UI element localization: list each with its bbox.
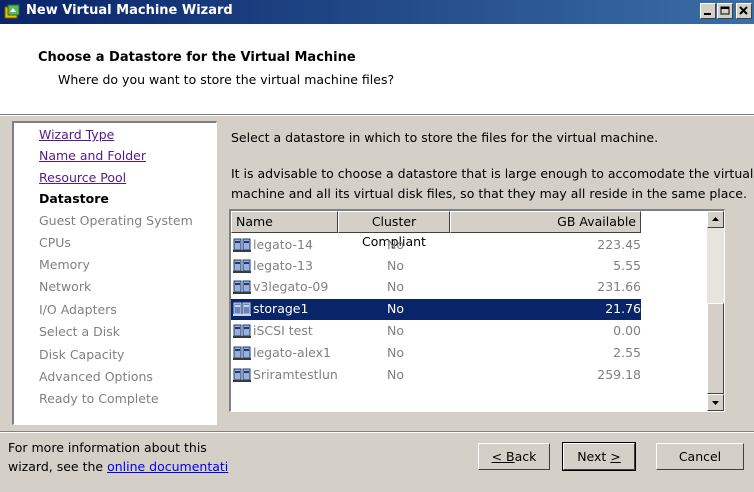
datastore-icon [233,237,251,253]
row-cluster-compliant: No [387,323,404,338]
scroll-down-button[interactable] [707,394,724,411]
datastore-icon [233,345,251,361]
step-datastore: Datastore [39,191,109,206]
wizard-steps-panel: Wizard Type Name and Folder Resource Poo… [12,121,217,425]
advice-text-line1: It is advisable to choose a datastore th… [231,166,754,181]
arrow-up-icon [712,217,719,221]
row-name: storage1 [253,301,309,316]
next-label: Next [577,449,611,464]
wizard-app-icon [4,4,20,20]
step-guest-operating-system: Guest Operating System [39,213,193,228]
minimize-button[interactable] [700,3,716,19]
scroll-up-button[interactable] [707,211,724,228]
footer-divider-highlight [0,432,754,433]
datastore-icon [233,258,251,274]
scroll-thumb[interactable] [707,303,724,394]
row-gb-available: 2.55 [613,345,641,360]
page-title: Choose a Datastore for the Virtual Machi… [38,50,356,65]
close-button[interactable] [736,3,752,19]
maximize-icon [720,6,730,15]
step-advanced-options: Advanced Options [39,369,153,384]
datastore-table: Name Cluster Compliant GB Available lega… [229,209,725,412]
row-gb-available: 5.55 [613,258,641,273]
row-gb-available: 223.45 [597,237,641,252]
page-subtitle: Where do you want to store the virtual m… [58,72,395,87]
step-resource-pool[interactable]: Resource Pool [39,170,126,185]
table-row[interactable]: legato-alex1 No 2.55 [231,343,641,364]
vertical-scrollbar[interactable] [707,211,724,411]
table-row[interactable]: legato-14 No 223.45 [231,235,641,256]
row-gb-available: 231.66 [597,279,641,294]
step-cpus: CPUs [39,235,71,250]
window-title: New Virtual Machine Wizard [26,3,233,18]
datastore-icon [233,279,251,295]
step-memory: Memory [39,257,90,272]
header-divider [0,115,754,116]
back-button[interactable]: < Back [478,443,550,470]
table-row[interactable]: iSCSI test No 0.00 [231,321,641,342]
step-network: Network [39,279,92,294]
help-text-prefix: wizard, see the [8,459,108,474]
step-ready-to-complete: Ready to Complete [39,391,159,406]
row-name: legato-14 [253,237,313,252]
step-select-a-disk: Select a Disk [39,324,121,339]
datastore-icon [233,301,251,317]
row-cluster-compliant: No [387,367,404,382]
online-documentation-link[interactable]: online documentati [107,459,228,474]
step-disk-capacity: Disk Capacity [39,347,125,362]
maximize-button[interactable] [717,3,733,19]
row-name: legato-13 [253,258,313,273]
row-gb-available: 0.00 [613,323,641,338]
column-header-name[interactable]: Name [231,211,338,233]
back-accel-key: B [506,449,515,464]
step-wizard-type[interactable]: Wizard Type [39,127,114,142]
back-accel: < [491,449,507,464]
row-name: legato-alex1 [253,345,332,360]
arrow-down-icon [712,401,719,405]
close-icon [739,6,748,15]
cancel-button[interactable]: Cancel [656,443,744,470]
back-label: ack [514,449,537,464]
row-name: iSCSI test [253,323,313,338]
row-gb-available: 259.18 [597,367,641,382]
row-name: v3legato-09 [253,279,329,294]
help-text-line1: For more information about this [8,440,207,455]
row-cluster-compliant: No [387,237,404,252]
datastore-icon [233,323,251,339]
instruction-text: Select a datastore in which to store the… [231,130,659,145]
row-cluster-compliant: No [387,345,404,360]
column-header-cluster-compliant[interactable]: Cluster Compliant [338,211,450,249]
table-row[interactable]: Sriramtestlun No 259.18 [231,365,641,386]
next-button[interactable]: Next > [562,442,636,471]
row-name: Sriramtestlun [253,367,338,382]
table-row[interactable]: v3legato-09 No 231.66 [231,277,641,298]
row-cluster-compliant: No [387,301,404,316]
help-text-line2: wizard, see the online documentati [8,459,228,474]
column-header-gb-available[interactable]: GB Available [450,211,641,233]
wizard-header: Choose a Datastore for the Virtual Machi… [0,24,754,115]
next-accel-key: > [610,449,621,464]
advice-text-line2: machine and all its virtual disk files, … [231,186,747,201]
title-bar: New Virtual Machine Wizard [0,0,754,24]
step-io-adapters: I/O Adapters [39,302,117,317]
table-row[interactable]: legato-13 No 5.55 [231,256,641,277]
step-name-and-folder[interactable]: Name and Folder [39,148,146,163]
datastore-icon [233,367,251,383]
table-row-selected[interactable]: storage1 No 21.76 [231,299,641,320]
minimize-icon [704,13,711,15]
row-cluster-compliant: No [387,279,404,294]
row-cluster-compliant: No [387,258,404,273]
row-gb-available: 21.76 [605,301,641,316]
